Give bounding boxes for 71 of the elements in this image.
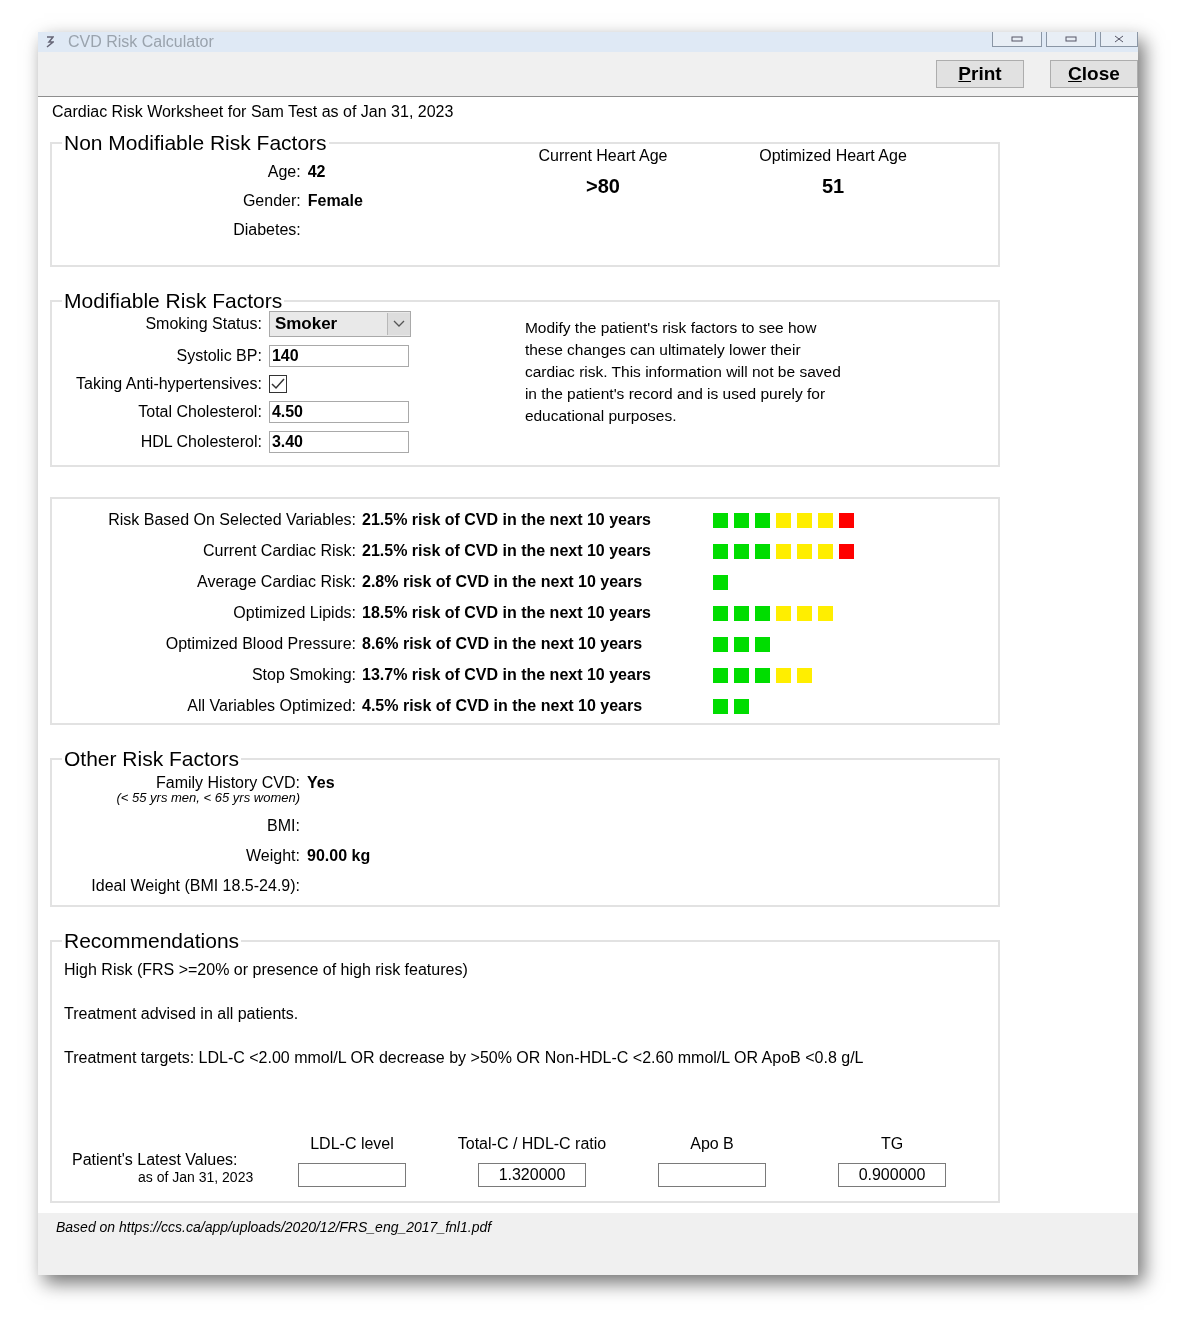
field-label: Weight: <box>245 847 300 865</box>
column-label: TG <box>880 1135 904 1153</box>
field-label: Taking Anti-hypertensives: <box>76 375 262 393</box>
maximize-button[interactable] <box>1046 32 1096 47</box>
value-field[interactable]: 0.900000 <box>838 1163 946 1187</box>
risk-value: 13.7% risk of CVD in the next 10 years <box>362 666 651 684</box>
heart-age-value: 51 <box>821 175 845 198</box>
risk-label: All Variables Optimized: <box>186 697 356 715</box>
column-label: Apo B <box>690 1135 734 1153</box>
group-title: Recommendations <box>63 929 241 953</box>
recommendation-text: High Risk (FRS >=20% or presence of high risk features) <box>64 961 469 979</box>
info-text: Modify the patient's risk factors to see how these changes can ultimately lower their cardiac risk. This information will not be saved in the patient's record and is used purely for educational purposes. <box>524 318 842 426</box>
close-icon <box>1113 35 1125 43</box>
field-label: Gender: <box>241 192 301 210</box>
value-field[interactable] <box>658 1163 766 1187</box>
value-field[interactable]: 1.320000 <box>478 1163 586 1187</box>
input-field[interactable]: 140 <box>268 345 409 367</box>
heart-age-label: Current Heart Age <box>538 147 668 165</box>
minimize-icon <box>1011 36 1023 42</box>
risk-value: 18.5% risk of CVD in the next 10 years <box>362 604 651 622</box>
risk-value: 2.8% risk of CVD in the next 10 years <box>362 573 644 591</box>
heart-age-value: >80 <box>586 175 620 198</box>
risk-label: Average Cardiac Risk: <box>196 573 356 591</box>
field-label: Systolic BP: <box>175 347 262 365</box>
toolbar-button[interactable]: Close <box>1050 60 1138 88</box>
recommendation-text: Treatment targets: LDL-C <2.00 mmol/L OR decrease by >50% OR Non-HDL-C <2.60 mmol/L OR ApoB <0.8 g/L <box>64 1049 865 1067</box>
risk-label: Optimized Blood Pressure: <box>164 635 356 653</box>
group-title: Modifiable Risk Factors <box>63 289 284 313</box>
risk-value: 8.6% risk of CVD in the next 10 years <box>362 635 644 653</box>
column-label: LDL-C level <box>310 1135 394 1153</box>
recommendation-text: Treatment advised in all patients. <box>64 1005 300 1023</box>
field-label: Family History CVD: <box>156 775 300 790</box>
risk-label: Stop Smoking: <box>250 666 356 684</box>
risk-value: 21.5% risk of CVD in the next 10 years <box>362 542 651 560</box>
worksheet-title: Cardiac Risk Worksheet for Sam Test as of Jan 31, 2023 <box>52 103 455 121</box>
risk-label: Optimized Lipids: <box>232 604 356 622</box>
chevron-down-icon <box>392 320 405 328</box>
group-title: Non Modifiable Risk Factors <box>63 131 328 155</box>
field-note: (< 55 yrs men, < 65 yrs women) <box>116 790 300 805</box>
close-button[interactable] <box>1100 32 1138 47</box>
field-label: Age: <box>266 163 301 181</box>
risk-label: Current Cardiac Risk: <box>202 542 356 560</box>
source-note: Based on https://ccs.ca/app/uploads/2020/12/FRS_eng_2017_fnl1.pdf <box>38 1213 1138 1275</box>
field-label: Smoking Status: <box>144 315 262 333</box>
field-label: Diabetes: <box>232 221 301 239</box>
group-title: Other Risk Factors <box>63 747 241 771</box>
field-label: Ideal Weight (BMI 18.5-24.9): <box>90 877 300 895</box>
field-value: 42 <box>307 163 327 181</box>
risk-value: 21.5% risk of CVD in the next 10 years <box>362 511 651 529</box>
field-value: Yes <box>307 775 336 790</box>
minimize-button[interactable] <box>992 32 1042 47</box>
field-label: BMI: <box>266 817 300 835</box>
app-icon <box>46 36 54 48</box>
window-title: CVD Risk Calculator <box>68 33 214 51</box>
heart-age-label: Optimized Heart Age <box>759 147 907 165</box>
input-field[interactable]: 3.40 <box>268 431 409 453</box>
field-label: Total Cholesterol: <box>137 403 262 421</box>
smoking-dropdown[interactable]: Smoker <box>268 311 411 337</box>
input-field[interactable]: 4.50 <box>268 401 409 423</box>
latest-values-date: as of Jan 31, 2023 <box>138 1169 255 1185</box>
column-label: Total-C / HDL-C ratio <box>457 1135 607 1153</box>
checkbox[interactable] <box>268 375 287 393</box>
toolbar-button[interactable]: Print <box>936 60 1024 88</box>
value-field[interactable] <box>298 1163 406 1187</box>
maximize-icon <box>1065 36 1077 42</box>
risk-label: Risk Based On Selected Variables: <box>107 511 356 529</box>
risk-value: 4.5% risk of CVD in the next 10 years <box>362 697 644 715</box>
latest-values-label: Patient's Latest Values: <box>72 1151 239 1169</box>
field-value: 90.00 kg <box>307 847 372 865</box>
field-value: Female <box>307 192 364 210</box>
field-label: HDL Cholesterol: <box>139 433 262 451</box>
